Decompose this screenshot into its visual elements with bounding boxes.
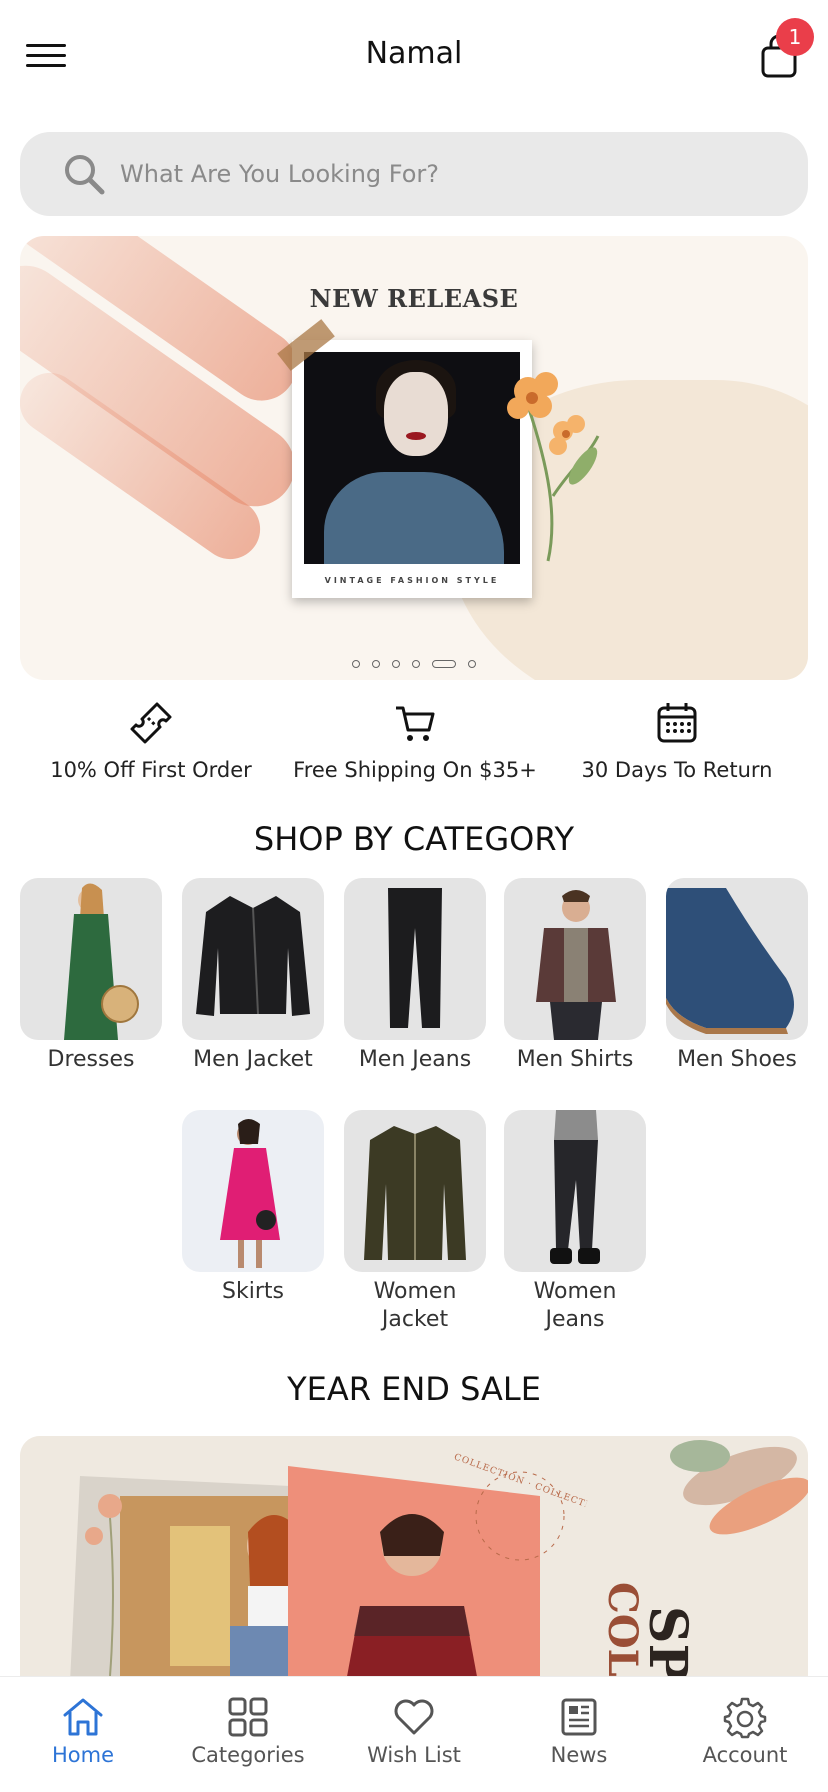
category-label: Men Jacket (193, 1047, 313, 1072)
category-label: Women Jeans (533, 1279, 617, 1332)
section-title-sale: YEAR END SALE (287, 1370, 541, 1408)
category-label: Women Jacket (373, 1279, 457, 1332)
cart-count-badge: 1 (776, 18, 814, 56)
cart-icon (396, 706, 435, 741)
app-title: Namal (365, 36, 463, 71)
carousel-dot[interactable] (392, 660, 400, 668)
category-men-shoes[interactable]: Men Shoes (666, 878, 808, 1074)
nav-home[interactable]: Home (8, 1695, 158, 1767)
perk-label: 30 Days To Return (581, 758, 773, 782)
category-image (182, 1110, 324, 1272)
section-title-categories: SHOP BY CATEGORY (253, 820, 575, 858)
flower-decoration (507, 372, 600, 562)
hero-banner[interactable]: NEW RELEASE VINTAGE FASHION STYLE (20, 236, 808, 680)
carousel-dot[interactable] (372, 660, 380, 668)
perk-first-order: 10% Off First Order (46, 700, 256, 782)
banner-caption: VINTAGE FASHION STYLE (324, 576, 500, 585)
category-men-jeans[interactable]: Men Jeans (344, 878, 486, 1074)
category-skirts[interactable]: Skirts (182, 1110, 324, 1306)
perk-returns: 30 Days To Return (572, 700, 782, 782)
category-image (344, 878, 486, 1040)
banner-heading: NEW RELEASE (309, 284, 519, 313)
category-image (344, 1110, 486, 1272)
category-image (182, 878, 324, 1040)
nav-label: Categories (191, 1743, 305, 1767)
category-label: Skirts (222, 1279, 284, 1304)
sale-banner-text-spr: SPR (637, 1606, 698, 1682)
nav-categories[interactable]: Categories (173, 1695, 323, 1767)
grid-icon (228, 1697, 268, 1737)
category-dresses[interactable]: Dresses (20, 878, 162, 1074)
ticket-icon (130, 702, 172, 744)
gear-icon (723, 1697, 767, 1739)
carousel-dot-active[interactable] (432, 660, 456, 668)
category-image (504, 878, 646, 1040)
sale-banner[interactable]: SPR COLL COLLECTION · COLLECTION · COLLE… (20, 1436, 808, 1682)
bottom-navigation: Home Categories Wish List News Account (0, 1676, 828, 1792)
category-image (504, 1110, 646, 1272)
nav-label: Wish List (367, 1743, 461, 1767)
category-label: Dresses (47, 1047, 135, 1072)
category-women-jacket[interactable]: Women Jacket (344, 1110, 486, 1334)
category-label: Men Jeans (358, 1047, 472, 1072)
search-bar[interactable] (20, 132, 808, 216)
nav-news[interactable]: News (504, 1695, 654, 1767)
newspaper-icon (561, 1698, 597, 1736)
calendar-icon (657, 703, 697, 743)
perk-free-shipping: Free Shipping On $35+ (290, 700, 540, 782)
category-label: Men Shoes (677, 1047, 797, 1072)
home-icon (63, 1698, 103, 1736)
nav-label: Account (702, 1743, 788, 1767)
carousel-dot[interactable] (412, 660, 420, 668)
category-image (20, 878, 162, 1040)
nav-label: Home (51, 1743, 114, 1767)
category-men-shirts[interactable]: Men Shirts (504, 878, 646, 1074)
sale-banner-text-coll: COLL (599, 1582, 646, 1682)
heart-icon (394, 1699, 434, 1735)
category-women-jeans[interactable]: Women Jeans (504, 1110, 646, 1334)
category-label: Men Shirts (516, 1047, 634, 1072)
category-image (666, 878, 808, 1040)
category-men-jacket[interactable]: Men Jacket (182, 878, 324, 1074)
perk-label: Free Shipping On $35+ (293, 758, 537, 782)
nav-wish-list[interactable]: Wish List (339, 1695, 489, 1767)
search-icon (65, 155, 105, 195)
search-input[interactable] (120, 152, 780, 196)
nav-label: News (550, 1743, 608, 1767)
app-header: Namal 1 (0, 0, 828, 116)
carousel-dot[interactable] (352, 660, 360, 668)
carousel-dot[interactable] (468, 660, 476, 668)
perk-label: 10% Off First Order (50, 758, 252, 782)
carousel-indicator[interactable] (20, 660, 808, 668)
nav-account[interactable]: Account (670, 1695, 820, 1767)
